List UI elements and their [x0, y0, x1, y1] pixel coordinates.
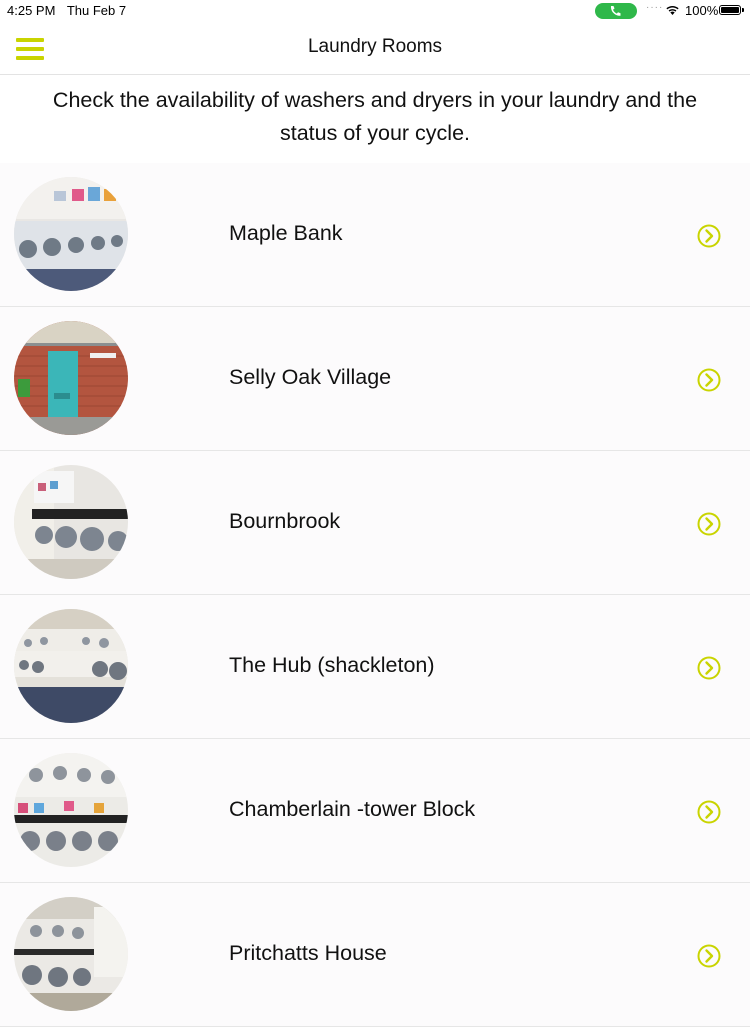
laundry-room-name: Pritchatts House — [229, 941, 387, 965]
laundry-room-name: Bournbrook — [229, 509, 341, 533]
laundry-room-photo — [14, 753, 128, 867]
phone-icon — [610, 6, 621, 16]
chevron-right-circle-icon[interactable] — [697, 224, 721, 248]
status-time: 4:25 PM — [7, 3, 56, 18]
chevron-right-circle-icon[interactable] — [697, 944, 721, 968]
battery-icon — [719, 5, 741, 15]
wifi-icon — [666, 5, 679, 15]
laundry-room-row-chamberlain-tower-block[interactable]: Chamberlain -tower Block — [0, 739, 750, 883]
laundry-room-row-pritchatts-house[interactable]: Pritchatts House — [0, 883, 750, 1027]
chevron-right-circle-icon[interactable] — [697, 368, 721, 392]
laundry-room-row-selly-oak-village[interactable]: Selly Oak Village — [0, 307, 750, 451]
chevron-right-circle-icon[interactable] — [697, 800, 721, 824]
laundry-room-row-maple-bank[interactable]: Maple Bank — [0, 163, 750, 307]
laundry-room-name: The Hub (shackleton) — [229, 653, 435, 677]
laundry-room-photo — [14, 609, 128, 723]
battery-percent: 100% — [685, 3, 719, 18]
status-time-date: 4:25 PM Thu Feb 7 — [7, 3, 134, 18]
laundry-room-photo — [14, 177, 128, 291]
laundry-room-row-the-hub[interactable]: The Hub (shackleton) — [0, 595, 750, 739]
laundry-room-name: Selly Oak Village — [229, 365, 392, 389]
laundry-room-photo — [14, 897, 128, 1011]
chevron-right-circle-icon[interactable] — [697, 656, 721, 680]
cellular-signal-icon: ···· — [646, 2, 664, 13]
laundry-room-list: Maple Bank Selly Oak Village Bournbrook … — [0, 163, 750, 1027]
laundry-room-photo — [14, 321, 128, 435]
navigation-bar: Laundry Rooms — [0, 22, 750, 75]
chevron-right-circle-icon[interactable] — [697, 512, 721, 536]
active-call-pill[interactable] — [595, 3, 637, 19]
laundry-room-row-bournbrook[interactable]: Bournbrook — [0, 451, 750, 595]
status-date: Thu Feb 7 — [66, 3, 127, 18]
laundry-room-photo — [14, 465, 128, 579]
laundry-room-name: Chamberlain -tower Block — [229, 797, 476, 821]
intro-text: Check the availability of washers and dr… — [52, 88, 698, 145]
page-title: Laundry Rooms — [307, 36, 443, 57]
laundry-room-name: Maple Bank — [229, 221, 343, 245]
status-bar: 4:25 PM Thu Feb 7 ···· 100% — [0, 0, 750, 22]
